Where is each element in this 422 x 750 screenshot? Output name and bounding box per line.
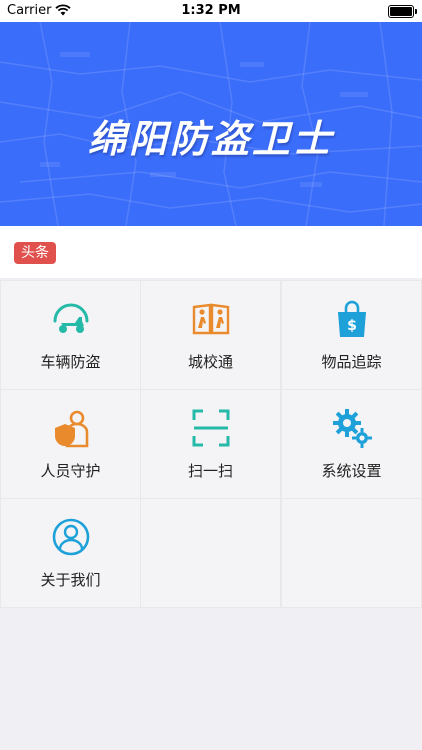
clock: 1:32 PM: [181, 3, 241, 18]
menu-item-label: 车辆防盗: [40, 353, 101, 371]
menu-item-person-guard[interactable]: 人员守护: [1, 390, 140, 498]
menu-item-label: 城校通: [187, 353, 233, 371]
scan-icon: [192, 409, 230, 447]
scooter-icon: [53, 303, 89, 333]
menu-item-label: 人员守护: [40, 462, 101, 480]
user-circle-icon: [52, 518, 90, 556]
menu-item-label: 扫一扫: [187, 462, 233, 480]
menu-item-about-us[interactable]: 关于我们: [1, 499, 140, 607]
page-background: [0, 608, 422, 750]
menu-item-item-tracking[interactable]: $ 物品追踪: [282, 281, 421, 389]
menu-grid: 车辆防盗 城校通 $ 物品追踪 人员守护 扫一扫 系统设置 关于我们: [0, 280, 422, 608]
menu-item-scan[interactable]: 扫一扫: [141, 390, 280, 498]
menu-item-vehicle-antitheft[interactable]: 车辆防盗: [1, 281, 140, 389]
app-title: 绵阳防盗卫士: [87, 117, 334, 161]
menu-empty-cell: [141, 499, 280, 607]
shopping-bag-dollar-icon: $: [338, 300, 366, 337]
person-shield-icon: [55, 410, 89, 448]
menu-item-label: 物品追踪: [321, 353, 382, 371]
headline-tag: 头条: [14, 242, 56, 264]
status-bar: Carrier 1:32 PM: [0, 0, 422, 22]
menu-empty-cell: [282, 499, 421, 607]
menu-item-label: 系统设置: [321, 462, 382, 480]
headline-bar[interactable]: 头条: [0, 226, 422, 278]
svg-text:$: $: [347, 318, 357, 334]
gears-icon: [333, 409, 372, 448]
book-kids-icon: [192, 303, 230, 335]
banner[interactable]: 绵阳防盗卫士: [0, 22, 422, 226]
battery-icon: [388, 5, 417, 18]
menu-item-campus[interactable]: 城校通: [141, 281, 280, 389]
menu-item-label: 关于我们: [40, 571, 101, 589]
menu-item-system-settings[interactable]: 系统设置: [282, 390, 421, 498]
